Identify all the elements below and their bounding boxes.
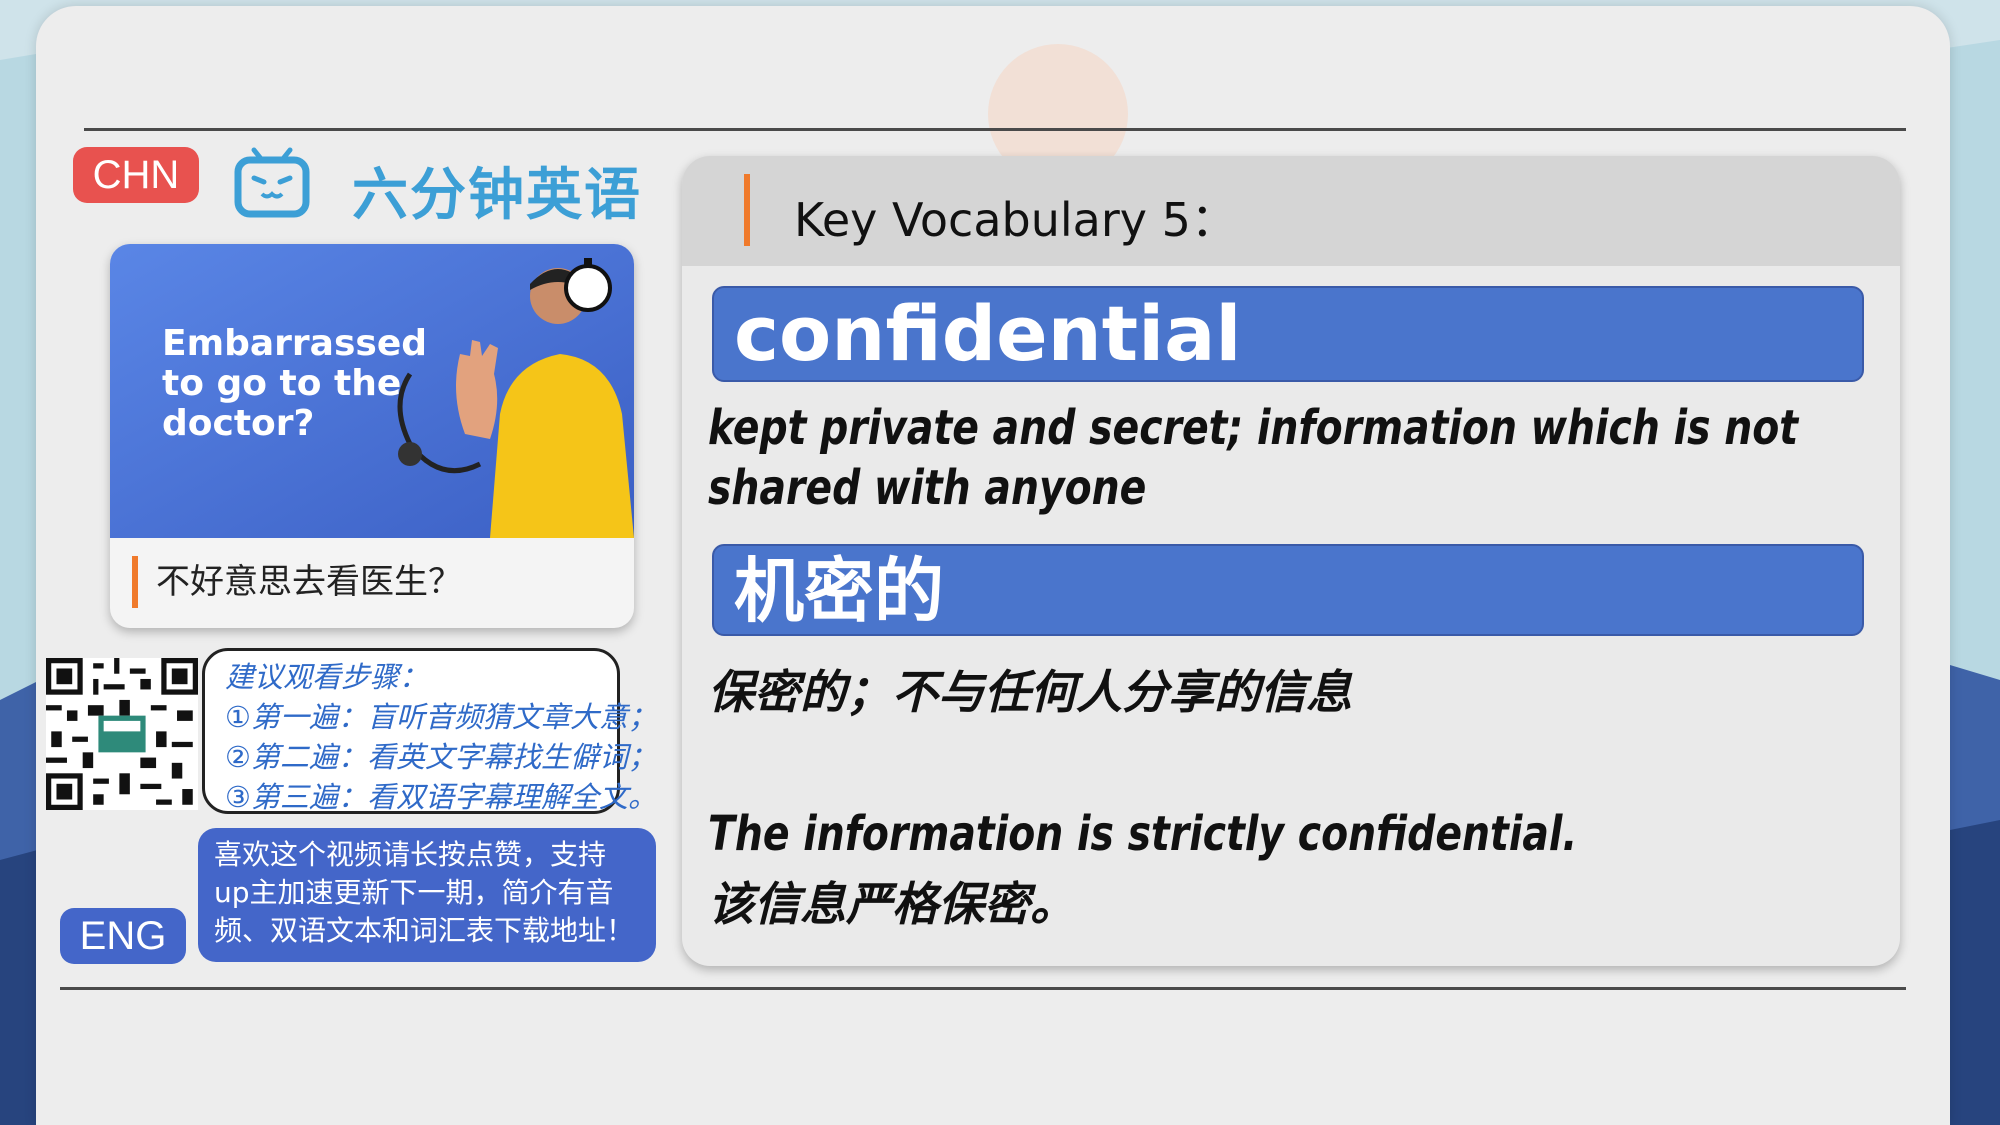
vocabulary-title: Key Vocabulary 5：: [794, 193, 1237, 247]
thumbnail-title: Embarrassed to go to the doctor?: [162, 323, 428, 444]
watch-step-item: ①第一遍：盲听音频猜文章大意；: [225, 700, 657, 734]
vocabulary-translation-definition: 保密的；不与任何人分享的信息: [708, 665, 1352, 719]
brand-title: 六分钟英语: [352, 163, 642, 228]
chn-badge[interactable]: CHN: [73, 147, 199, 203]
promo-box: 喜欢这个视频请长按点赞，支持up主加速更新下一期，简介有音频、双语文本和词汇表下…: [198, 828, 656, 962]
example-sentence-cn: 该信息严格保密。: [708, 877, 1076, 931]
watch-step-item: ②第二遍：看英文字幕找生僻词；: [225, 740, 657, 774]
watch-steps-box: 建议观看步骤： ①第一遍：盲听音频猜文章大意； ②第二遍：看英文字幕找生僻词； …: [202, 648, 657, 814]
top-divider: [84, 128, 1906, 131]
watch-steps-heading: 建议观看步骤：: [225, 660, 429, 694]
accent-bar: [744, 174, 750, 246]
vocabulary-word: confidential: [712, 286, 1864, 382]
example-sentence-en: The information is strictly confidential…: [708, 806, 1578, 862]
qr-code[interactable]: [46, 658, 198, 810]
bottom-divider: [60, 987, 1906, 990]
watch-step-item: ③第三遍：看双语字幕理解全文。: [225, 780, 657, 814]
vocabulary-definition: kept private and secret; information whi…: [708, 400, 1799, 516]
episode-caption: 不好意思去看医生？: [132, 556, 462, 608]
episode-card[interactable]: Embarrassed to go to the doctor? 不好意思去看医…: [110, 244, 634, 628]
vocabulary-panel: Key Vocabulary 5： confidential kept priv…: [682, 156, 1900, 966]
vocabulary-translation: 机密的: [712, 544, 1864, 636]
vocabulary-header: Key Vocabulary 5：: [682, 156, 1900, 266]
bilibili-tv-icon: [234, 147, 310, 218]
eng-badge[interactable]: ENG: [60, 908, 186, 964]
